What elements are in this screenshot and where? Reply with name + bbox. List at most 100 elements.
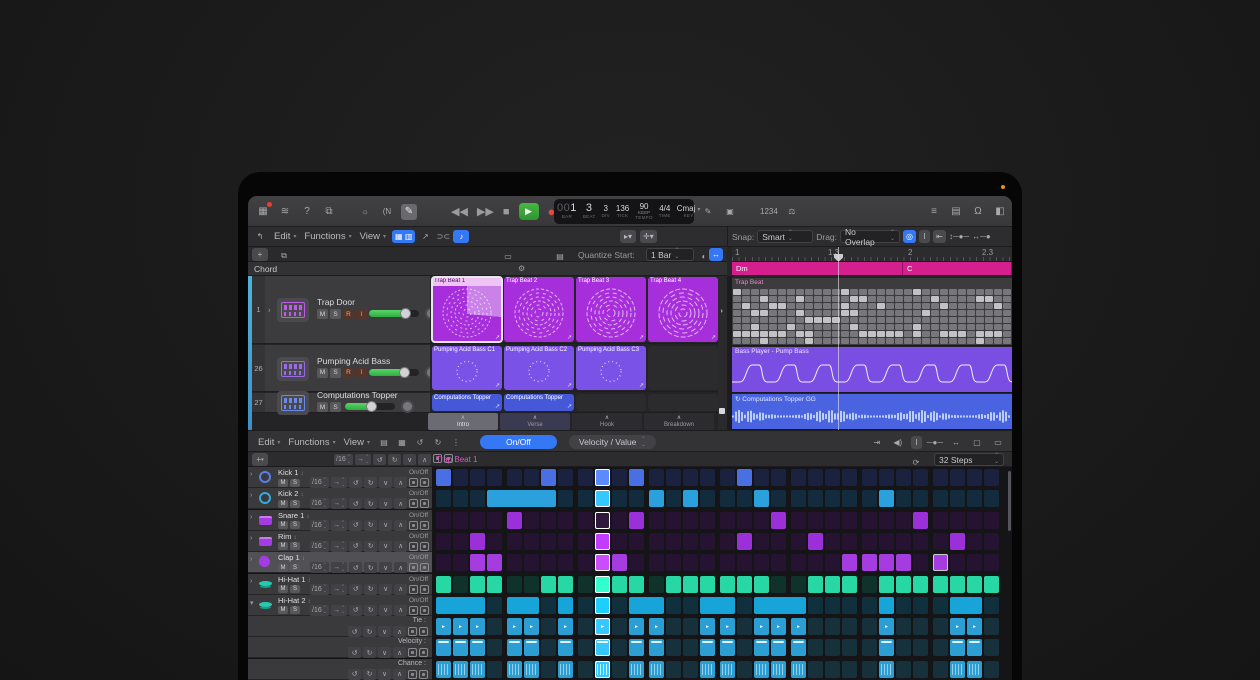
row-direction-field[interactable]: →⌃⌄ — [331, 584, 347, 595]
step-cell[interactable] — [879, 469, 894, 486]
step-cell[interactable] — [666, 576, 681, 593]
step-cell[interactable] — [629, 554, 644, 571]
drum-grid-cell[interactable] — [976, 289, 984, 295]
step-cell[interactable] — [558, 490, 573, 507]
drag-select[interactable]: No Overlap⌃⌄ — [840, 230, 900, 243]
row-header[interactable]: ›Kick 1 ↕On/OffMS/16⌃⌄→⌃⌄↺↻∨∧ — [248, 467, 432, 488]
disclosure-icon[interactable]: › — [250, 578, 252, 585]
step-cell[interactable] — [825, 576, 840, 593]
step-cell[interactable] — [649, 661, 664, 678]
rotate-right-button[interactable]: ↻ — [364, 498, 377, 509]
drum-grid-cell[interactable] — [742, 338, 750, 344]
step-cell[interactable] — [558, 639, 573, 656]
drum-grid-cell[interactable] — [769, 338, 777, 344]
step-cell[interactable] — [879, 661, 894, 678]
row-direction-field[interactable]: →⌃⌄ — [331, 477, 347, 488]
step-cell[interactable] — [629, 469, 644, 486]
tuner-pencil-icon[interactable]: ✎ — [700, 204, 716, 220]
step-cell[interactable] — [771, 533, 786, 550]
step-cell[interactable] — [825, 554, 840, 571]
rotate-right-button[interactable]: ↻ — [364, 477, 377, 488]
step-cell[interactable] — [558, 597, 573, 614]
row-rate-field[interactable]: /16⌃⌄ — [310, 541, 329, 552]
disclosure-icon[interactable]: › — [250, 535, 252, 542]
step-cell[interactable] — [683, 639, 698, 656]
drum-grid-cell[interactable] — [796, 303, 804, 309]
drum-grid-cell[interactable] — [751, 310, 759, 316]
drum-grid-cell[interactable] — [805, 317, 813, 323]
step-cell[interactable] — [737, 533, 752, 550]
drum-grid-cell[interactable] — [931, 324, 939, 330]
step-cell[interactable] — [629, 490, 644, 507]
clear-button[interactable] — [419, 670, 428, 679]
step-cell[interactable] — [933, 639, 948, 656]
step-cell[interactable] — [791, 554, 806, 571]
scene-trigger[interactable]: ∧Intro — [428, 413, 498, 430]
step-cell[interactable] — [612, 554, 627, 571]
drum-grid-cell[interactable] — [787, 317, 795, 323]
step-cell[interactable] — [913, 576, 928, 593]
rotate-right-icon[interactable]: ↻ — [430, 434, 446, 450]
step-cell[interactable] — [629, 512, 644, 529]
drum-grid-cell[interactable] — [913, 331, 921, 337]
step-cell[interactable] — [453, 512, 468, 529]
drum-grid-cell[interactable] — [922, 310, 930, 316]
step-cell[interactable] — [487, 512, 502, 529]
drum-grid-cell[interactable] — [931, 296, 939, 302]
step-cell[interactable] — [933, 533, 948, 550]
drum-grid-cell[interactable] — [904, 338, 912, 344]
drum-grid-cell[interactable] — [877, 324, 885, 330]
step-cell[interactable] — [436, 576, 451, 593]
step-cell[interactable] — [720, 554, 735, 571]
step-cell[interactable] — [649, 554, 664, 571]
drum-grid-cell[interactable] — [877, 289, 885, 295]
drum-grid-cell[interactable] — [1003, 331, 1011, 337]
h-zoom-slider[interactable]: ↔─● — [972, 229, 991, 245]
step-grid-icon[interactable]: ▦ — [394, 434, 410, 450]
volume-slider[interactable] — [369, 310, 419, 317]
drum-grid-cell[interactable] — [814, 324, 822, 330]
step-cell[interactable] — [933, 512, 948, 529]
step-cell[interactable] — [436, 597, 451, 614]
step-cell[interactable] — [612, 512, 627, 529]
fill-button[interactable] — [409, 606, 418, 615]
step-cell[interactable] — [612, 533, 627, 550]
step-cell[interactable] — [950, 512, 965, 529]
step-cell[interactable] — [436, 661, 451, 678]
step-cell[interactable] — [862, 597, 877, 614]
step-cell[interactable] — [965, 597, 982, 614]
step-cell[interactable]: ▸ — [754, 618, 769, 635]
drum-grid-cell[interactable] — [904, 331, 912, 337]
drum-grid-cell[interactable] — [823, 338, 831, 344]
step-cell[interactable] — [862, 618, 877, 635]
drum-grid-cell[interactable] — [895, 317, 903, 323]
step-cell[interactable] — [541, 639, 556, 656]
s-button[interactable]: S — [330, 402, 341, 412]
row-header[interactable]: Velocity :↺↻∨∧ — [248, 637, 432, 658]
drum-grid-cell[interactable] — [895, 296, 903, 302]
transpose-up-button[interactable]: ∧ — [394, 605, 407, 616]
step-cell[interactable]: ▸ — [436, 618, 451, 635]
step-cell[interactable] — [453, 533, 468, 550]
s-button[interactable]: S — [290, 500, 300, 508]
step-cell[interactable] — [950, 554, 965, 571]
drum-grid-cell[interactable] — [814, 338, 822, 344]
drum-grid-cell[interactable] — [967, 331, 975, 337]
step-cell[interactable] — [595, 469, 610, 486]
drum-grid-cell[interactable] — [940, 331, 948, 337]
step-cell[interactable] — [524, 661, 539, 678]
step-cell[interactable] — [487, 661, 502, 678]
drum-grid-cell[interactable] — [796, 331, 804, 337]
master-rotate-right[interactable]: ↻ — [388, 454, 401, 465]
drum-grid-cell[interactable] — [1003, 338, 1011, 344]
step-cell[interactable] — [967, 639, 982, 656]
step-cell[interactable] — [791, 533, 806, 550]
drum-grid-cell[interactable] — [994, 331, 1002, 337]
drum-grid-cell[interactable] — [796, 317, 804, 323]
drum-grid-cell[interactable] — [841, 289, 849, 295]
step-cell[interactable] — [578, 490, 593, 507]
volume-knob[interactable] — [366, 401, 377, 412]
step-cell[interactable] — [487, 597, 502, 614]
drum-grid-cell[interactable] — [1003, 310, 1011, 316]
pointer-tool-menu[interactable]: ▸ ▾ — [620, 230, 636, 243]
